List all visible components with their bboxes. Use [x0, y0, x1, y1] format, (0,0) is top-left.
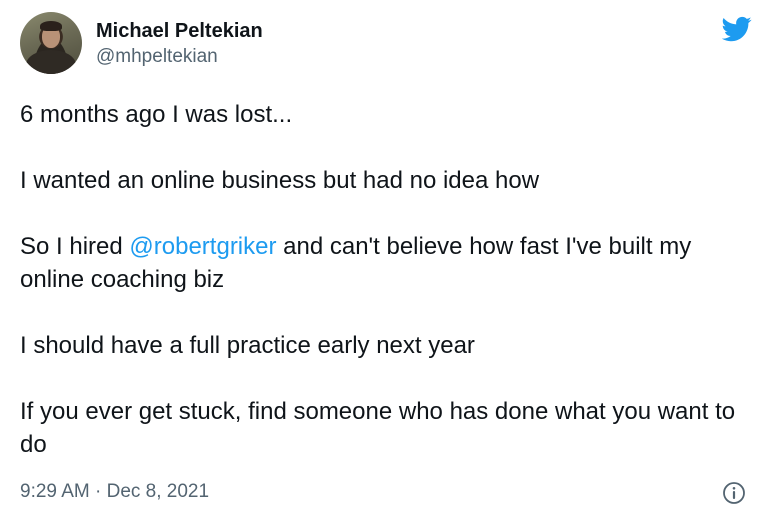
twitter-bird-icon[interactable] [722, 14, 752, 44]
tweet-text: 6 months ago I was lost... I wanted an o… [20, 98, 750, 461]
tweet-paragraph-2: I wanted an online business but had no i… [20, 167, 540, 194]
tweet-paragraph-3-start: So I hired [20, 233, 130, 260]
avatar-hair [40, 21, 62, 31]
tweet-paragraph-4: I should have a full practice early next… [20, 332, 475, 359]
mention-link[interactable]: @robertgriker [129, 233, 276, 260]
tweet-card: Michael Peltekian @mhpeltekian 6 months … [0, 0, 768, 515]
avatar[interactable] [20, 12, 82, 74]
tweet-paragraph-3: So I hired @robertgriker and can't belie… [20, 230, 750, 296]
author-display-name[interactable]: Michael Peltekian [96, 18, 263, 44]
tweet-timestamp[interactable]: 9:29 AM · Dec 8, 2021 [20, 480, 209, 504]
info-icon[interactable] [722, 481, 746, 505]
tweet-paragraph-5: If you ever get stuck, find someone who … [20, 398, 736, 458]
tweet-paragraph-1: 6 months ago I was lost... [20, 101, 293, 128]
author-block: Michael Peltekian @mhpeltekian [96, 18, 263, 70]
avatar-shoulders [26, 50, 76, 74]
author-handle[interactable]: @mhpeltekian [96, 44, 263, 70]
